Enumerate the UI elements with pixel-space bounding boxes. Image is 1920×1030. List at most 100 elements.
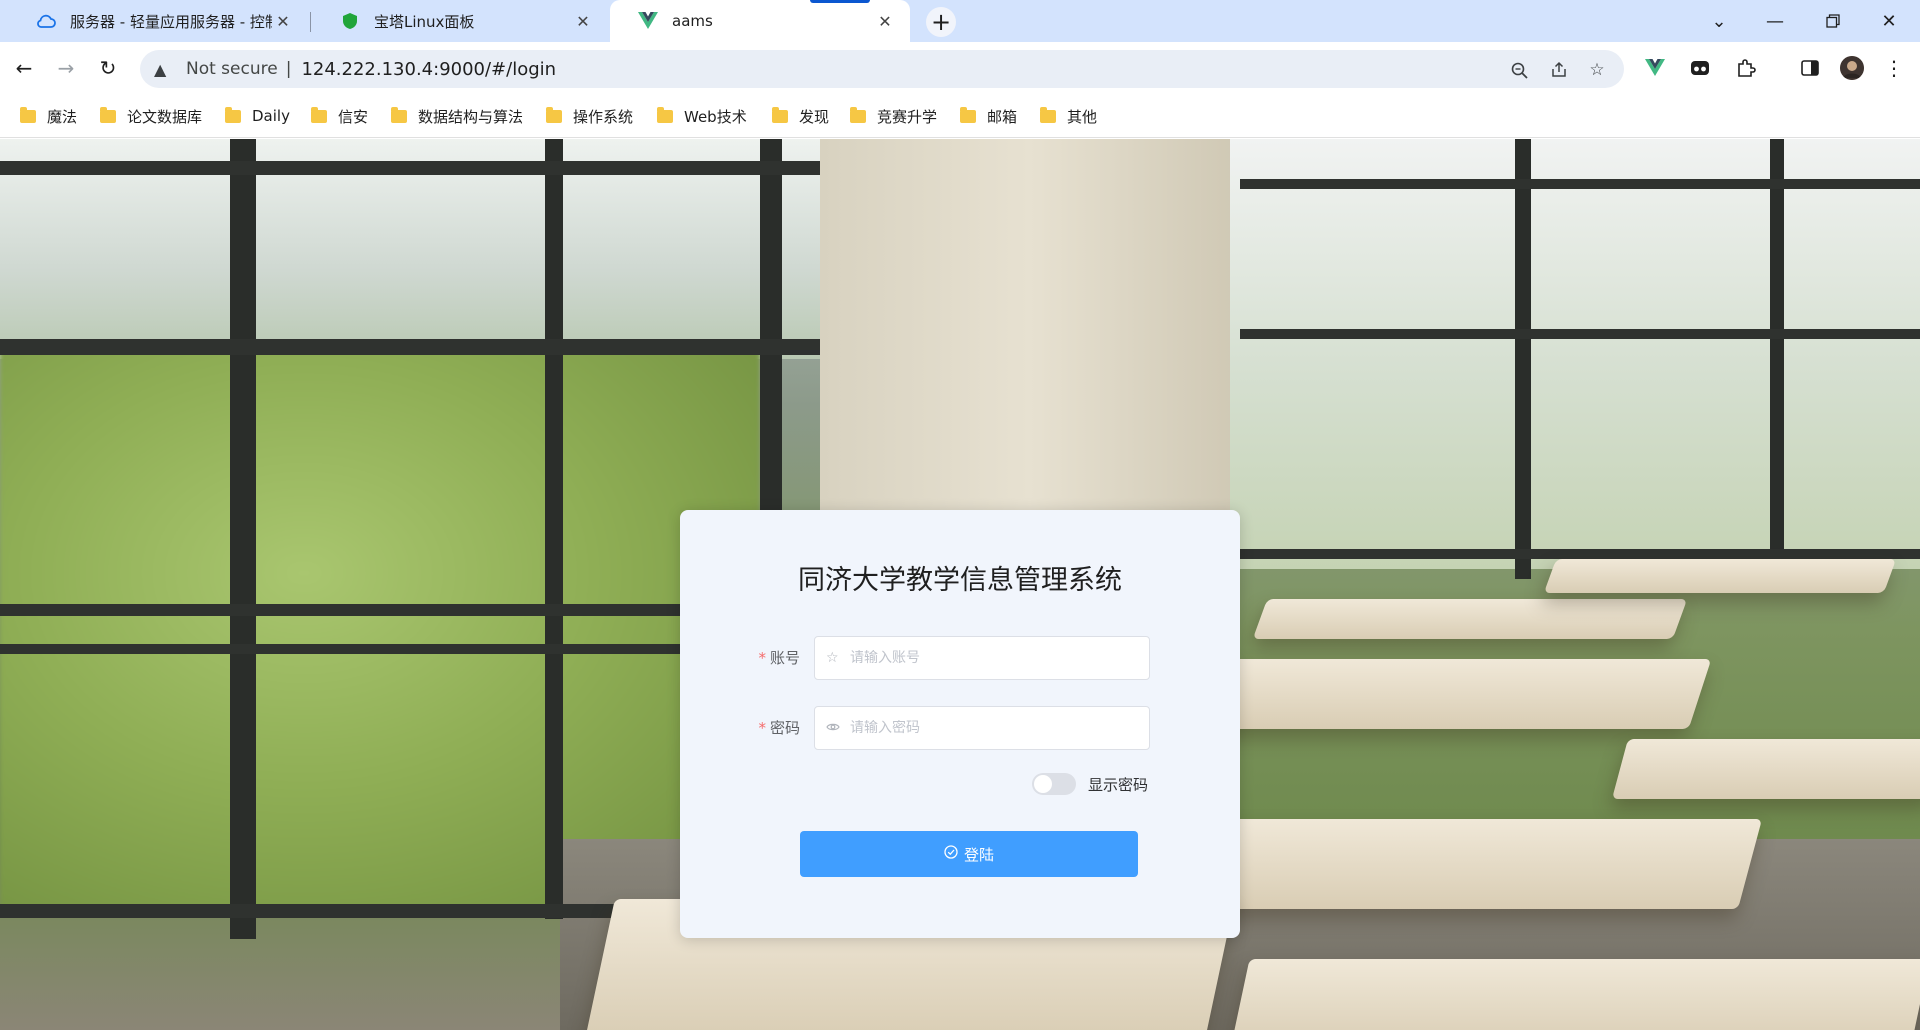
tab-title: 宝塔Linux面板 <box>374 12 475 31</box>
warning-icon[interactable]: ▲ <box>154 60 174 79</box>
restore-icon[interactable] <box>1810 0 1856 42</box>
avatar[interactable] <box>1840 56 1864 80</box>
close-window-icon[interactable]: ✕ <box>1866 0 1912 42</box>
extensions-puzzle-icon[interactable] <box>1734 56 1758 80</box>
tab-loading-indicator <box>810 0 870 3</box>
reload-icon[interactable]: ↻ <box>94 54 122 82</box>
browser-toolbar: ← → ↻ ▲ Not secure | 124.222.130.4:9000/… <box>0 42 1920 94</box>
show-password-toggle[interactable] <box>1032 773 1076 795</box>
security-status[interactable]: Not secure <box>186 59 278 79</box>
tab-search-icon[interactable]: ⌄ <box>1696 0 1742 42</box>
bookmark-label: Web技术 <box>684 107 747 126</box>
bookmark-folder[interactable]: Daily <box>225 104 290 128</box>
system-title: 同济大学教学信息管理系统 <box>798 565 1122 596</box>
password-label: * 密码 <box>750 706 800 750</box>
account-input[interactable] <box>850 650 1130 666</box>
folder-icon <box>311 106 327 123</box>
close-tab-icon[interactable]: ✕ <box>272 10 294 32</box>
eye-icon <box>826 720 842 736</box>
bookmark-folder[interactable]: 信安 <box>311 104 368 128</box>
folder-icon <box>391 106 407 123</box>
folder-icon <box>225 106 241 123</box>
tab-divider <box>310 12 311 32</box>
folder-icon <box>960 106 976 123</box>
account-label-text: 账号 <box>769 649 800 667</box>
login-button[interactable]: 登陆 <box>800 831 1138 877</box>
bookmark-folder[interactable]: 论文数据库 <box>100 104 202 128</box>
window-frame <box>1240 179 1920 189</box>
password-label-text: 密码 <box>769 719 800 737</box>
share-icon[interactable] <box>1548 59 1570 81</box>
login-button-label: 登陆 <box>963 845 994 864</box>
bookmark-label: 论文数据库 <box>127 107 203 126</box>
bookmark-label: 魔法 <box>47 107 78 126</box>
bookmarks-bar: 魔法 论文数据库 Daily 信安 数据结构与算法 操作系统 Web技术 发现 … <box>0 94 1920 138</box>
classroom-desk <box>1177 819 1763 909</box>
bookmark-folder[interactable]: 邮箱 <box>960 104 1017 128</box>
bookmark-folder[interactable]: 数据结构与算法 <box>391 104 523 128</box>
password-input[interactable] <box>850 720 1130 736</box>
bookmark-label: 邮箱 <box>987 107 1018 126</box>
bookmark-folder[interactable]: Web技术 <box>657 104 747 128</box>
address-bar[interactable]: ▲ Not secure | 124.222.130.4:9000/#/logi… <box>140 50 1624 88</box>
more-menu-icon[interactable]: ⋮ <box>1882 56 1906 80</box>
account-label: * 账号 <box>750 636 800 680</box>
bookmark-folder[interactable]: 发现 <box>772 104 829 128</box>
bookmark-label: 数据结构与算法 <box>418 107 524 126</box>
tab-lighthouse[interactable]: 服务器 - 轻量应用服务器 - 控制 ✕ <box>8 0 308 42</box>
login-card: 同济大学教学信息管理系统 *账号 ☆ *密码 显示密码 <box>680 510 1240 938</box>
background-lawn <box>0 349 760 909</box>
url-text[interactable]: 124.222.130.4:9000/#/login <box>301 59 556 80</box>
classroom-desk <box>1543 559 1897 593</box>
folder-icon <box>657 106 673 123</box>
extension-mask-icon[interactable] <box>1688 56 1712 80</box>
vue-logo-icon <box>638 11 658 31</box>
classroom-desk <box>1230 959 1920 1030</box>
show-password-row: 显示密码 <box>1032 773 1148 795</box>
tab-baota[interactable]: 宝塔Linux面板 ✕ <box>312 0 608 42</box>
bookmark-folder[interactable]: 操作系统 <box>546 104 633 128</box>
account-field[interactable]: ☆ <box>814 636 1150 680</box>
classroom-desk <box>1611 739 1920 799</box>
folder-icon <box>100 106 116 123</box>
folder-icon <box>546 106 562 123</box>
window-frame <box>1770 139 1784 579</box>
new-tab-button[interactable]: + <box>926 7 956 37</box>
window-frame <box>1240 329 1920 339</box>
login-page: 同济大学教学信息管理系统 *账号 ☆ *密码 显示密码 <box>0 139 1920 1030</box>
zoom-icon[interactable] <box>1508 59 1530 81</box>
close-tab-icon[interactable]: ✕ <box>572 10 594 32</box>
window-frame <box>545 139 563 919</box>
address-separator: | <box>285 59 292 79</box>
side-panel-icon[interactable] <box>1798 56 1822 80</box>
required-mark: * <box>758 719 766 737</box>
password-field[interactable] <box>814 706 1150 750</box>
bookmark-folder[interactable]: 竞赛升学 <box>850 104 937 128</box>
vue-devtools-icon[interactable] <box>1643 56 1667 80</box>
bookmark-label: 信安 <box>338 107 369 126</box>
window-frame <box>0 161 820 175</box>
bookmark-folder[interactable]: 其他 <box>1040 104 1097 128</box>
window-frame <box>0 339 820 355</box>
required-mark: * <box>758 649 766 667</box>
star-icon: ☆ <box>826 650 839 666</box>
bookmark-star-icon[interactable]: ☆ <box>1586 59 1608 81</box>
bookmark-folder[interactable]: 魔法 <box>20 104 77 128</box>
minimize-icon[interactable]: — <box>1752 0 1798 42</box>
folder-icon <box>20 106 36 123</box>
background-right-window <box>1230 139 1920 569</box>
folder-icon <box>850 106 866 123</box>
window-frame <box>1515 139 1531 579</box>
back-arrow-icon[interactable]: ← <box>10 54 38 82</box>
tab-title: 服务器 - 轻量应用服务器 - 控制 <box>70 12 272 31</box>
account-row: * 账号 ☆ <box>680 636 1240 680</box>
check-circle-icon <box>944 845 958 863</box>
bookmark-label: 操作系统 <box>573 107 634 126</box>
tab-aams[interactable]: aams ✕ <box>610 0 910 42</box>
window-frame <box>230 139 256 939</box>
bookmark-label: 发现 <box>799 107 830 126</box>
close-tab-icon[interactable]: ✕ <box>874 10 896 32</box>
bookmark-label: Daily <box>252 107 290 125</box>
forward-arrow-icon[interactable]: → <box>52 54 80 82</box>
password-row: * 密码 <box>680 706 1240 750</box>
